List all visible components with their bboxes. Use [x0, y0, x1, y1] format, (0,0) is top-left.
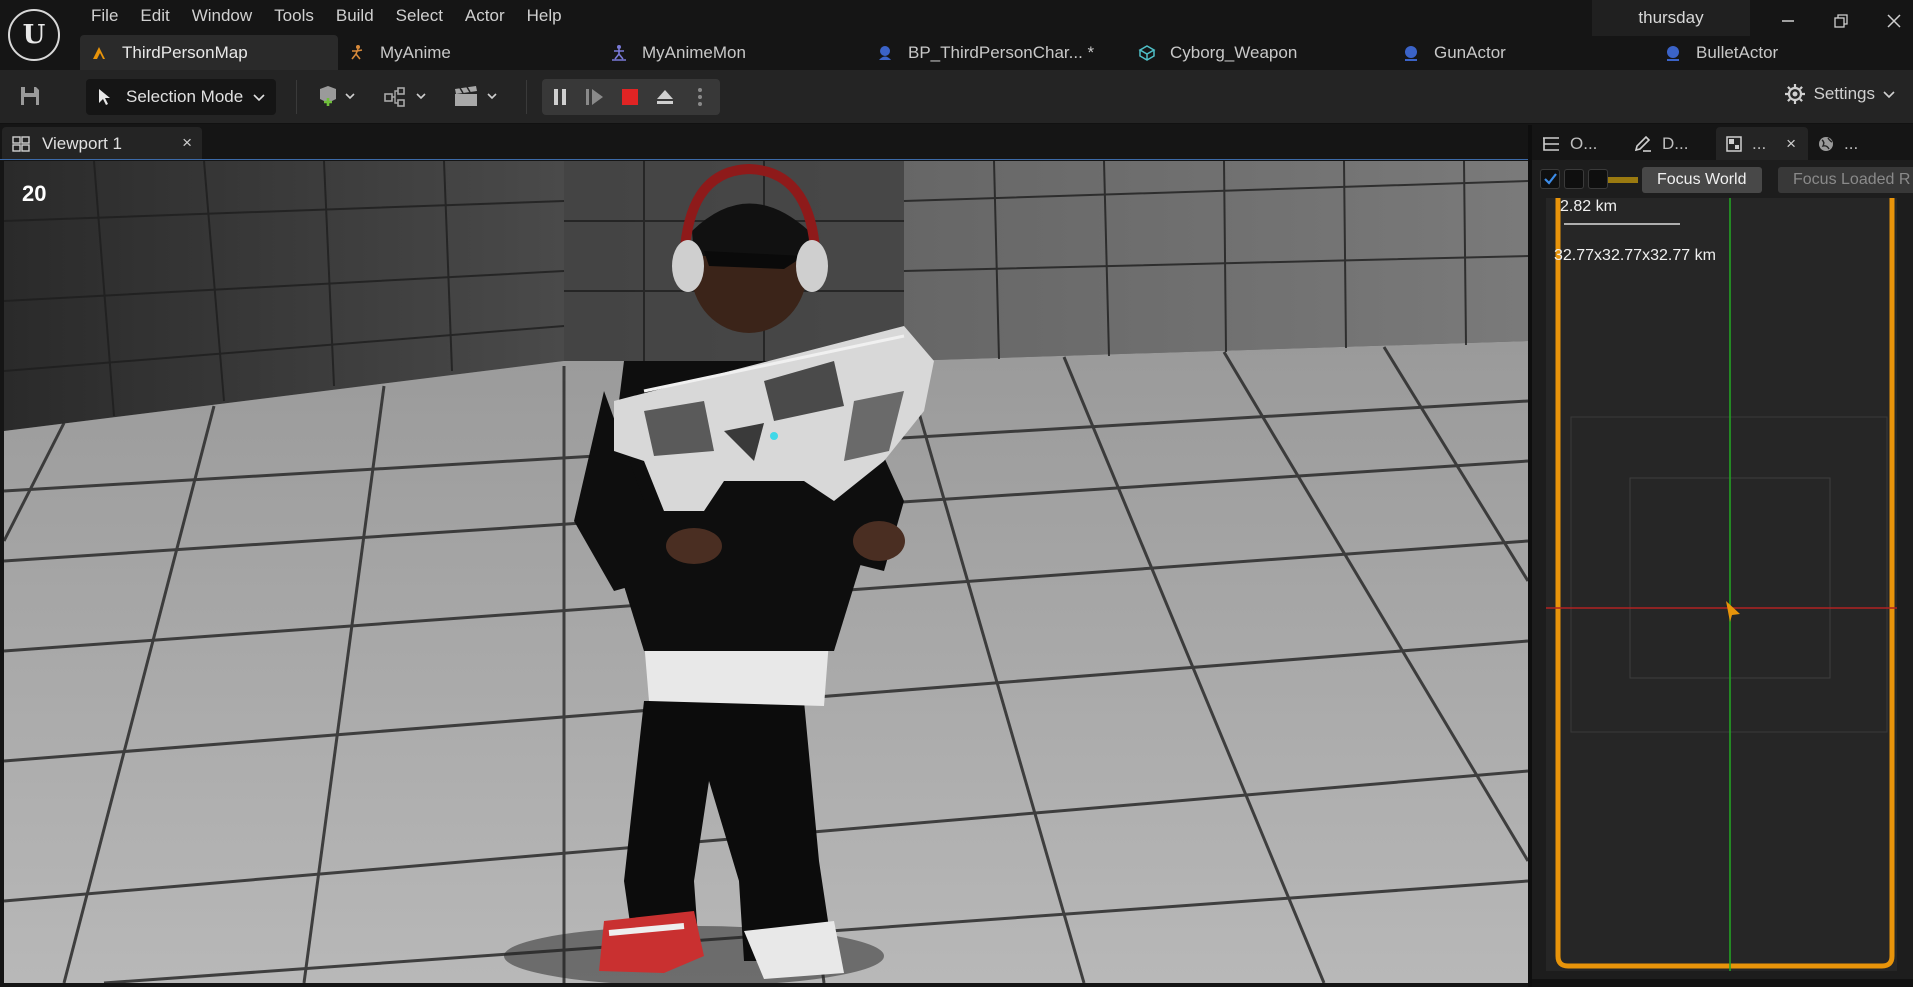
main-menu: File Edit Window Tools Build Select Acto… — [80, 4, 573, 28]
menu-help[interactable]: Help — [516, 4, 573, 28]
settings-label: Settings — [1813, 84, 1875, 103]
viewport-focus-line — [0, 159, 1532, 160]
doc-tab-myanimemon[interactable]: MyAnimeMon — [600, 35, 866, 70]
accent-bar — [1608, 177, 1638, 183]
close-icon[interactable]: × — [1786, 134, 1796, 154]
unreal-logo-icon[interactable]: U — [8, 9, 60, 61]
restore-icon[interactable] — [1826, 6, 1856, 36]
main-toolbar: Selection Mode Settings — [0, 70, 1913, 124]
pause-button[interactable] — [542, 79, 577, 115]
settings-button[interactable]: Settings — [1784, 83, 1895, 105]
tab-details[interactable]: D... — [1624, 127, 1716, 160]
checkbox[interactable] — [1564, 169, 1584, 189]
doc-tab-label: MyAnime — [380, 42, 451, 62]
add-actor-button[interactable] — [316, 82, 358, 112]
blueprint-icon — [1664, 44, 1682, 62]
menu-tools[interactable]: Tools — [263, 4, 325, 28]
doc-tab-thirdpersonmap[interactable]: ThirdPersonMap — [80, 35, 338, 70]
doc-tab-bp-thirdpersoncharacter[interactable]: BP_ThirdPersonChar... * — [866, 35, 1128, 70]
toolbar-divider — [526, 80, 527, 114]
panel-footer — [1532, 979, 1913, 987]
menu-file[interactable]: File — [80, 4, 129, 28]
world-partition-panel: Focus World Focus Loaded R 2.82 km 32.77… — [1532, 160, 1913, 987]
gear-icon — [1784, 83, 1806, 105]
blueprint-icon — [876, 44, 894, 62]
menu-edit[interactable]: Edit — [129, 4, 180, 28]
close-window-icon[interactable] — [1879, 6, 1909, 36]
more-options-icon[interactable] — [682, 79, 717, 115]
static-mesh-icon — [1138, 44, 1156, 62]
focus-loaded-region-button[interactable]: Focus Loaded R — [1778, 167, 1913, 193]
tab-world-partition[interactable]: ... × — [1716, 127, 1808, 160]
play-controls — [542, 79, 720, 115]
doc-tab-cyborg-weapon[interactable]: Cyborg_Weapon — [1128, 35, 1392, 70]
doc-tab-bulletactor[interactable]: BulletActor — [1654, 35, 1854, 70]
frame-skip-button[interactable] — [577, 79, 612, 115]
doc-tab-gunactor[interactable]: GunActor — [1392, 35, 1654, 70]
menu-window[interactable]: Window — [181, 4, 263, 28]
minimap-scale-label: 2.82 km — [1560, 198, 1617, 215]
world-size-label: 32.77x32.77x32.77 km — [1554, 247, 1716, 264]
viewport-1-tab[interactable]: Viewport 1 × — [2, 127, 202, 160]
level-icon — [90, 44, 108, 62]
viewport-layout-icon — [12, 135, 30, 152]
selection-mode-dropdown[interactable]: Selection Mode — [86, 79, 276, 115]
tab-outliner[interactable]: O... — [1532, 127, 1624, 160]
chevron-down-icon — [1883, 84, 1895, 104]
fps-counter: 20 — [22, 181, 47, 206]
tab-label: ... — [1752, 133, 1767, 153]
focus-world-button[interactable]: Focus World — [1642, 167, 1762, 193]
details-pencil-icon — [1634, 135, 1652, 152]
menu-build[interactable]: Build — [325, 4, 385, 28]
viewport-tab-label: Viewport 1 — [42, 133, 123, 153]
minimap-canvas — [1546, 198, 1897, 971]
level-viewport[interactable]: 20 — [4, 161, 1528, 983]
outliner-icon — [1542, 136, 1560, 152]
close-icon[interactable]: × — [182, 133, 192, 153]
animation-icon — [348, 44, 366, 62]
minimap-toolbar: Focus World Focus Loaded R — [1532, 163, 1913, 193]
doc-tab-label: MyAnimeMon — [642, 42, 746, 62]
toolbar-divider — [296, 80, 297, 114]
doc-tab-myanime[interactable]: MyAnime — [338, 35, 600, 70]
menu-actor[interactable]: Actor — [454, 4, 516, 28]
blueprint-mode-button[interactable] — [382, 82, 430, 112]
cinematics-button[interactable] — [452, 82, 500, 112]
select-cursor-icon — [96, 87, 114, 107]
tab-label: O... — [1570, 133, 1598, 153]
viewport-scene — [4, 161, 1528, 983]
checkbox[interactable] — [1588, 169, 1608, 189]
save-icon[interactable] — [18, 84, 44, 110]
title-bar: U File Edit Window Tools Build Select Ac… — [0, 0, 1913, 70]
blueprint-icon — [1402, 44, 1420, 62]
minimize-icon[interactable] — [1773, 6, 1803, 36]
world-partition-minimap[interactable] — [1546, 198, 1897, 971]
viewport-tab-strip: Viewport 1 × — [0, 125, 1532, 160]
project-name[interactable]: thursday — [1592, 0, 1750, 36]
selection-mode-label: Selection Mode — [126, 87, 244, 106]
right-panel-tabs: O... D... ... × ... — [1532, 125, 1913, 160]
doc-tab-label: GunActor — [1434, 42, 1506, 62]
anim-montage-icon — [610, 44, 628, 62]
checkbox-checked[interactable] — [1540, 169, 1560, 189]
document-tabs: ThirdPersonMap MyAnime MyAnimeMon BP_Thi… — [80, 35, 1854, 70]
tab-world-settings[interactable]: ... — [1808, 127, 1900, 160]
chevron-down-icon — [253, 87, 265, 107]
doc-tab-label: BulletActor — [1696, 42, 1779, 62]
stop-button[interactable] — [612, 79, 647, 115]
tab-label: D... — [1662, 133, 1689, 153]
eject-button[interactable] — [647, 79, 682, 115]
doc-tab-label: ThirdPersonMap — [122, 42, 248, 62]
menu-select[interactable]: Select — [385, 4, 454, 28]
doc-tab-label: Cyborg_Weapon — [1170, 42, 1298, 62]
world-partition-icon — [1726, 135, 1742, 152]
tab-label: ... — [1844, 133, 1859, 153]
globe-icon — [1818, 136, 1834, 152]
doc-tab-label: BP_ThirdPersonChar... * — [908, 42, 1095, 62]
